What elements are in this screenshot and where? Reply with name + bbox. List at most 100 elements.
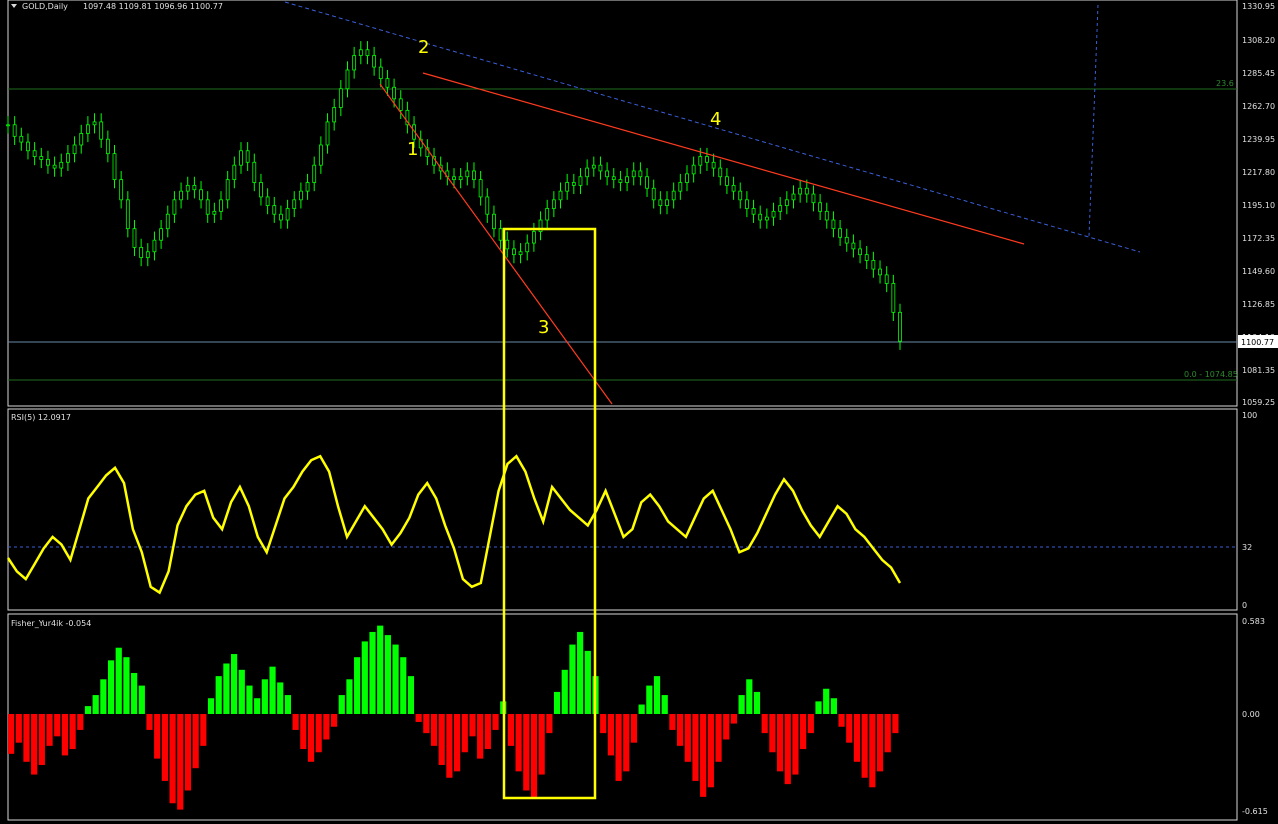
fisher-bar [407,676,415,714]
candle-body [838,228,842,238]
fisher-bar [300,714,307,750]
fisher-bar [123,657,130,714]
fisher-bar [884,714,891,753]
candle-body [19,135,24,143]
dropdown-arrow-icon[interactable] [11,4,17,8]
fisher-bar [515,714,522,772]
candle-body [32,150,37,157]
candle-body [492,213,496,230]
projection-line[interactable] [1088,4,1099,237]
trading-chart[interactable]: 1 2 3 4 GOLD,Daily 1097.48 1109.81 1096.… [0,0,1278,824]
candle-body [205,199,210,215]
candle-body [298,190,303,201]
fisher-bar [238,669,245,714]
fisher-bar [361,641,368,714]
candle-body [791,193,796,201]
candle-body [498,228,503,241]
candle-body [691,164,696,175]
candle-body [518,251,523,256]
candle-body [85,124,90,134]
candle-body [259,182,263,198]
fisher-bar [38,714,45,765]
candle-body [318,144,323,166]
candle-body [145,251,150,258]
candle-body [618,179,623,183]
fisher-bar [846,714,853,743]
candle-body [458,176,463,181]
fisher-bar [354,657,361,714]
candle-body [598,164,603,172]
fisher-bar [738,695,745,714]
axis-tick: 1126.85 [1242,300,1275,309]
candle-body [778,205,783,212]
fisher-bar [876,714,884,772]
fisher-bar [553,691,561,714]
candle-body [132,228,137,248]
candle-body [6,124,10,127]
fisher-bar [730,714,738,724]
fisher-bar [684,714,691,762]
candle-body [638,170,643,178]
candle-body [578,176,583,186]
fisher-bar [100,679,107,714]
candle-body [112,153,117,181]
rsi-axis-tick: 0 [1242,601,1247,610]
candle-body [325,121,330,146]
fisher-bar [469,714,476,737]
candle-body [891,283,896,313]
fisher-bar [577,631,584,714]
fisher-bar [669,714,676,730]
decline-trendline[interactable] [379,83,613,405]
candle-body [105,138,110,155]
candle-body [798,187,803,195]
fisher-bar [507,714,515,746]
fisher-bar [15,714,22,743]
candle-body [365,49,370,56]
candle-body [871,260,876,270]
ohlc-values: 1097.48 1109.81 1096.96 1100.77 [83,2,223,11]
fisher-bar [623,714,630,772]
fisher-bar [223,663,230,714]
wave-label-3: 3 [538,317,549,338]
fisher-histogram [8,625,899,810]
candle-body [804,187,809,195]
fisher-bar [246,685,253,714]
fisher-bar [77,714,84,730]
fisher-bar [776,714,784,772]
candle-body [525,242,530,253]
fisher-bar [761,714,768,734]
candle-body [645,176,649,189]
fisher-bar [346,679,353,714]
candle-body [565,182,570,192]
fisher-bar [23,714,30,762]
fisher-bar [377,625,384,714]
axis-tick: 1149.60 [1242,267,1275,276]
current-price-label: 1100.77 [1241,338,1274,347]
fisher-bar [800,714,807,750]
candle-body [272,205,277,215]
fisher-bar [215,676,222,714]
candle-body [718,167,723,178]
fisher-bar [315,714,322,753]
price-candles [6,41,902,350]
candle-body [505,239,510,250]
wave-label-4: 4 [710,109,721,130]
fisher-bar [61,714,69,756]
candle-body [858,248,862,256]
fisher-bar [523,714,530,791]
fisher-bar [154,714,161,759]
candle-body [764,216,769,221]
candle-body [485,196,490,215]
candle-body [232,164,237,181]
resistance-trendline[interactable] [422,72,1025,245]
fisher-bar [31,714,38,775]
fisher-bar [184,714,192,791]
fisher-bar [261,679,268,714]
fisher-bar [561,669,568,714]
candle-body [332,107,337,123]
candle-body [312,164,317,183]
candle-body [372,55,377,68]
fisher-bar [115,647,122,714]
rsi-line [6,454,902,595]
candle-body [512,248,516,256]
